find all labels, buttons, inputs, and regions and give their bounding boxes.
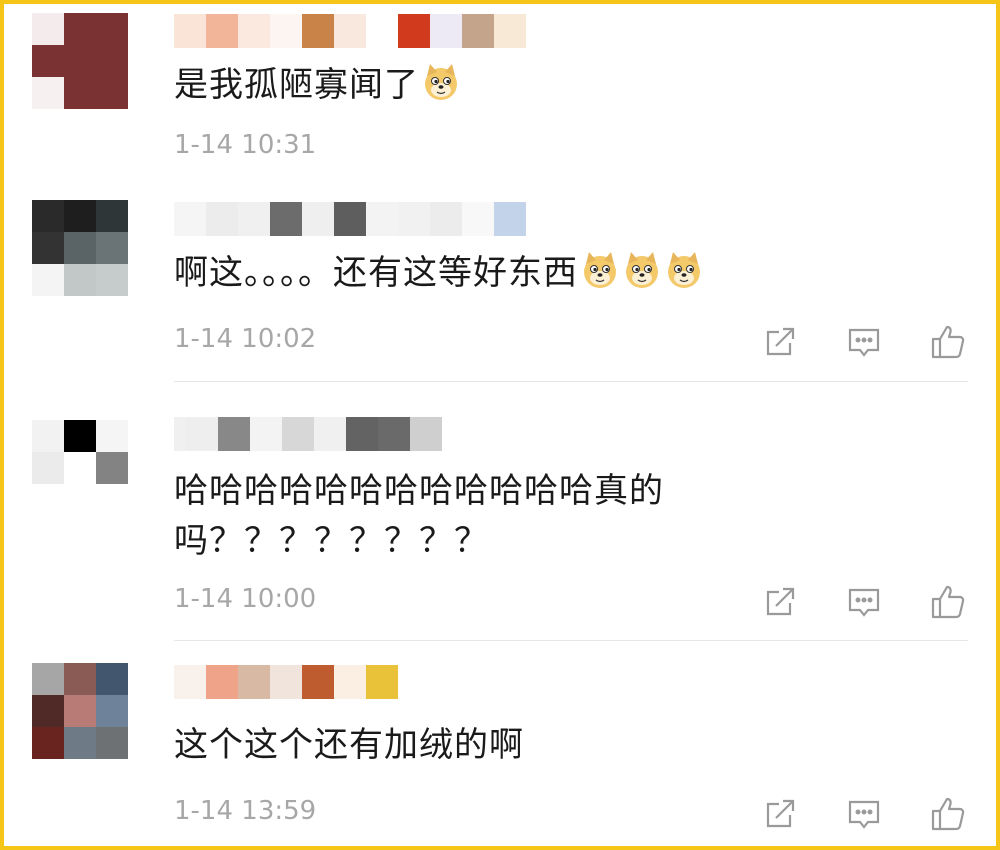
- timestamp: 1-14 10:02: [174, 324, 317, 354]
- username-blurred[interactable]: [174, 202, 526, 236]
- share-button[interactable]: [760, 794, 800, 834]
- divider: [174, 640, 968, 641]
- timestamp: 1-14 10:31: [174, 130, 317, 160]
- divider: [174, 381, 968, 382]
- share-icon: [766, 587, 795, 616]
- comment-text: 这个这个还有加绒的啊: [174, 725, 524, 765]
- comment-icon: [848, 328, 880, 357]
- thumbs-up-icon: [931, 325, 965, 359]
- comment-text: 哈哈哈哈哈哈哈哈哈哈哈哈真的 吗？？？？？？？？: [174, 471, 664, 561]
- share-icon: [766, 327, 795, 356]
- thumbs-up-icon: [931, 585, 965, 619]
- avatar[interactable]: [32, 388, 128, 484]
- timestamp: 1-14 10:00: [174, 584, 317, 614]
- comment-button[interactable]: [844, 322, 884, 362]
- doge-emoji-icon: [584, 252, 616, 288]
- share-icon: [766, 799, 795, 828]
- comment-button[interactable]: [844, 794, 884, 834]
- avatar[interactable]: [32, 200, 128, 296]
- doge-emoji-icon: [425, 64, 457, 100]
- comment-button[interactable]: [844, 582, 884, 622]
- avatar[interactable]: [32, 663, 128, 759]
- share-button[interactable]: [760, 322, 800, 362]
- username-blurred[interactable]: [174, 665, 398, 699]
- like-button[interactable]: [928, 794, 968, 834]
- comment-list-frame: 是我孤陋寡闻了 1-14 10:31 啊这。。。。还有这等好东西 1-14 10…: [0, 0, 1000, 850]
- avatar[interactable]: [32, 13, 128, 109]
- comment-actions: [760, 322, 968, 362]
- like-button[interactable]: [928, 582, 968, 622]
- comment-icon: [848, 800, 880, 829]
- thumbs-up-icon: [931, 797, 965, 831]
- timestamp: 1-14 13:59: [174, 796, 317, 826]
- username-blurred[interactable]: [174, 14, 526, 48]
- username-blurred[interactable]: [174, 417, 442, 451]
- doge-emoji-icon: [626, 252, 658, 288]
- doge-emoji-icon: [668, 252, 700, 288]
- comment-actions: [760, 794, 968, 834]
- comment-actions: [760, 582, 968, 622]
- comment-text: 是我孤陋寡闻了: [174, 62, 461, 106]
- share-button[interactable]: [760, 582, 800, 622]
- like-button[interactable]: [928, 322, 968, 362]
- comment-text: 啊这。。。。还有这等好东西: [174, 250, 704, 294]
- comment-icon: [848, 588, 880, 617]
